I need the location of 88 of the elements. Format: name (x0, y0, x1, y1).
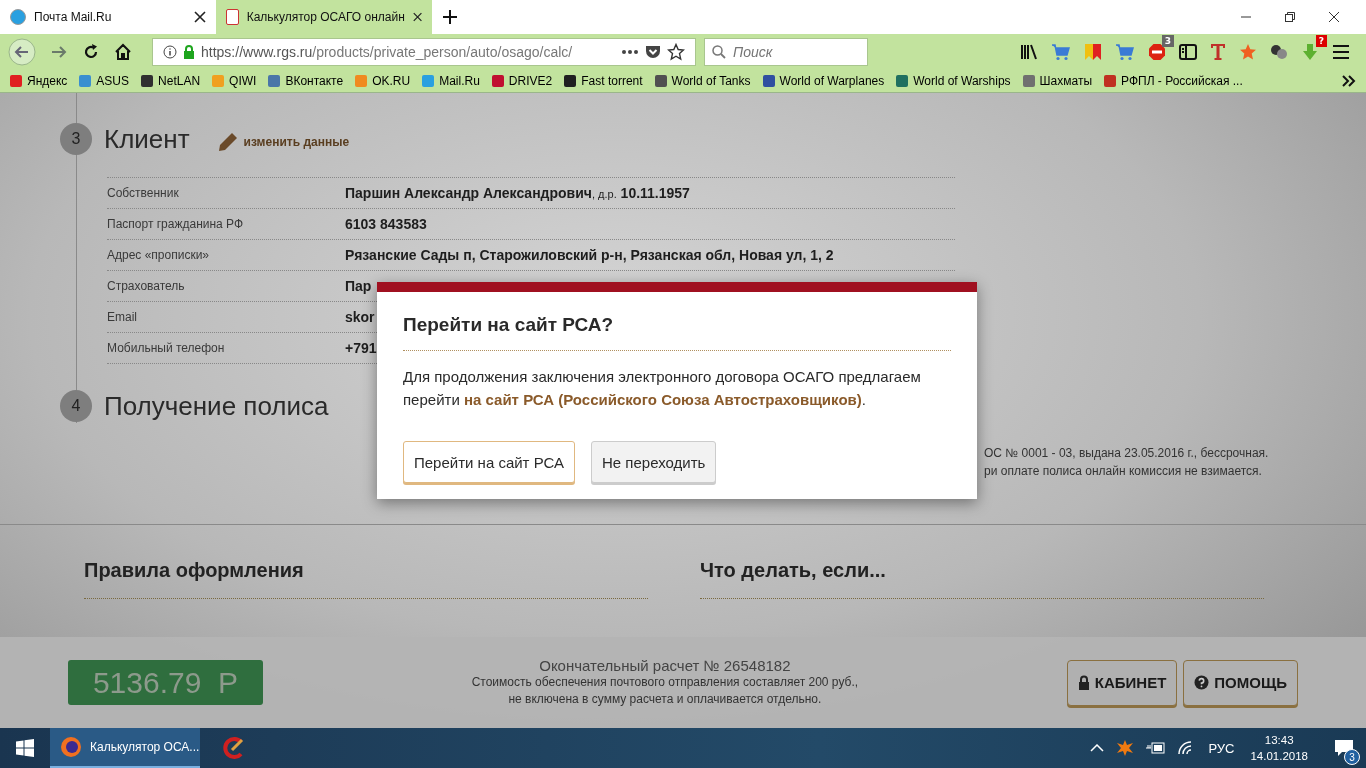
field-label: Мобильный телефон (107, 341, 226, 355)
cart-icon[interactable] (1115, 43, 1135, 61)
section-title: Клиент (104, 123, 190, 155)
column-heading: Что делать, если... (700, 559, 886, 581)
cabinet-button[interactable]: КАБИНЕТ (1066, 659, 1178, 706)
calculation-note: не включена в сумму расчета и оплачивается отдельно. (508, 691, 822, 708)
bookmark-item[interactable]: Яндекс (10, 74, 68, 88)
cancel-button[interactable]: Не переходить (591, 441, 717, 483)
field-value: Пар (345, 278, 372, 294)
lock-icon (183, 45, 195, 59)
edit-link[interactable]: изменить данные (217, 132, 350, 152)
bookmark-item[interactable]: World of Warplanes (762, 74, 885, 88)
bookmark-item[interactable]: NetLAN (141, 74, 201, 88)
close-icon[interactable] (194, 11, 206, 23)
menu-icon[interactable] (1332, 44, 1350, 60)
library-icon[interactable] (1020, 44, 1038, 60)
cart-icon[interactable] (1051, 43, 1071, 61)
field-label: Адрес «прописки» (107, 248, 211, 262)
help-button[interactable]: ПОМОЩЬ (1183, 659, 1298, 706)
sidebar-icon[interactable] (1179, 44, 1197, 60)
bookmark-item[interactable]: World of Tanks (654, 74, 751, 88)
field-label: Email (107, 310, 138, 324)
section-title: Получение полиса (104, 390, 329, 422)
rsa-link[interactable]: на сайт РСА (Российского Союза Автостраховщиков) (463, 391, 862, 408)
new-tab-icon[interactable] (442, 9, 458, 25)
field-label: Страхователь (107, 279, 186, 293)
bookmark-item[interactable]: OK.RU (355, 74, 411, 88)
bookmark-item[interactable]: Шахматы (1022, 74, 1093, 88)
search-field[interactable]: Поиск (704, 38, 868, 66)
dialog-message: Для продолжения заключения электронного договора ОСАГО предлагаем перейти на сайт РСА (Российского Союза Автостраховщиков). (403, 367, 922, 410)
restore-icon[interactable] (1284, 11, 1296, 23)
field-value: skor (345, 309, 375, 325)
calculation-note: Стоимость обеспечения почтового отправления составляет 200 руб., (471, 674, 859, 691)
lock-icon (1077, 675, 1090, 690)
help-icon (1194, 675, 1210, 690)
serif-t-icon[interactable] (1210, 43, 1226, 61)
address-bar[interactable]: https://www.rgs.ru/products/private_person/auto/osago/calc/ (152, 38, 696, 66)
chevron-up-icon[interactable] (1090, 744, 1105, 752)
site-icon (226, 9, 239, 25)
bookmark-flag-icon[interactable] (1084, 43, 1102, 61)
bookmark-item[interactable]: QIWI (212, 74, 257, 88)
taskbar-app[interactable]: Калькулятор ОСА... (50, 728, 200, 768)
browser-tab[interactable]: Калькулятор ОСАГО онлайн (216, 0, 432, 34)
clock[interactable]: 13:43 14.01.2018 (1250, 732, 1308, 764)
field-value: +791 (345, 340, 377, 356)
license-text: ОС № 0001 - 03, выдана 23.05.2016 г., бессрочная. (984, 445, 1269, 462)
language-indicator[interactable]: РУС (1208, 740, 1235, 756)
dialog-title: Перейти на сайт РСА? (403, 314, 951, 351)
bookmark-item[interactable]: Mail.Ru (422, 74, 480, 88)
pencil-icon (217, 132, 238, 152)
star-icon[interactable] (667, 43, 685, 61)
star-icon[interactable] (1239, 43, 1257, 61)
pocket-icon[interactable] (645, 44, 661, 60)
count-badge: 3 (1161, 35, 1174, 47)
balls-icon[interactable] (1270, 44, 1288, 60)
bookmark-item[interactable]: Fast torrent (564, 74, 643, 88)
home-icon[interactable] (114, 43, 132, 61)
field-label: Паспорт гражданина РФ (107, 217, 245, 231)
field-value: Рязанские Сады п, Старожиловский р-н, Рязанская обл, Новая ул, 1, 2 (345, 247, 834, 263)
browser-tab[interactable]: Почта Mail.Ru (0, 0, 216, 34)
step-number: 4 (60, 390, 92, 422)
column-heading: Правила оформления (84, 559, 304, 581)
go-button[interactable]: Перейти на сайт РСА (403, 441, 575, 483)
more-icon[interactable] (621, 49, 639, 55)
calculation-title: Окончательный расчет № 26548182 (539, 657, 791, 674)
bookmark-item[interactable]: РФПЛ - Российская ... (1104, 74, 1243, 88)
info-icon[interactable] (163, 45, 177, 59)
bookmark-item[interactable]: World of Warships (896, 74, 1011, 88)
site-icon (10, 9, 26, 25)
back-icon[interactable] (8, 38, 36, 66)
field-value: 6103 843583 (345, 216, 427, 232)
download-arrow-icon[interactable] (1301, 43, 1319, 61)
alert-badge: ? (1315, 35, 1327, 47)
chevron-icon[interactable] (1342, 75, 1356, 87)
field-value: Паршин Александр Александрович, д.р. 10.11.1957 (345, 185, 690, 201)
step-number: 3 (60, 123, 92, 155)
field-label: Собственник (107, 186, 180, 200)
price-display: 5136.79 Р (68, 660, 263, 705)
close-icon[interactable] (412, 11, 422, 23)
windows-start-icon[interactable] (16, 739, 34, 757)
close-icon[interactable] (1328, 11, 1340, 23)
battery-icon[interactable] (1146, 742, 1167, 754)
notification-count: 3 (1344, 749, 1360, 765)
bookmark-item[interactable]: DRIVE2 (491, 74, 553, 88)
reload-icon[interactable] (82, 43, 100, 61)
bookmark-item[interactable]: ВКонтакте (268, 74, 344, 88)
license-text: ри оплате полиса онлайн комиссия не взимается. (984, 463, 1262, 480)
bookmark-item[interactable]: ASUS (79, 74, 130, 88)
